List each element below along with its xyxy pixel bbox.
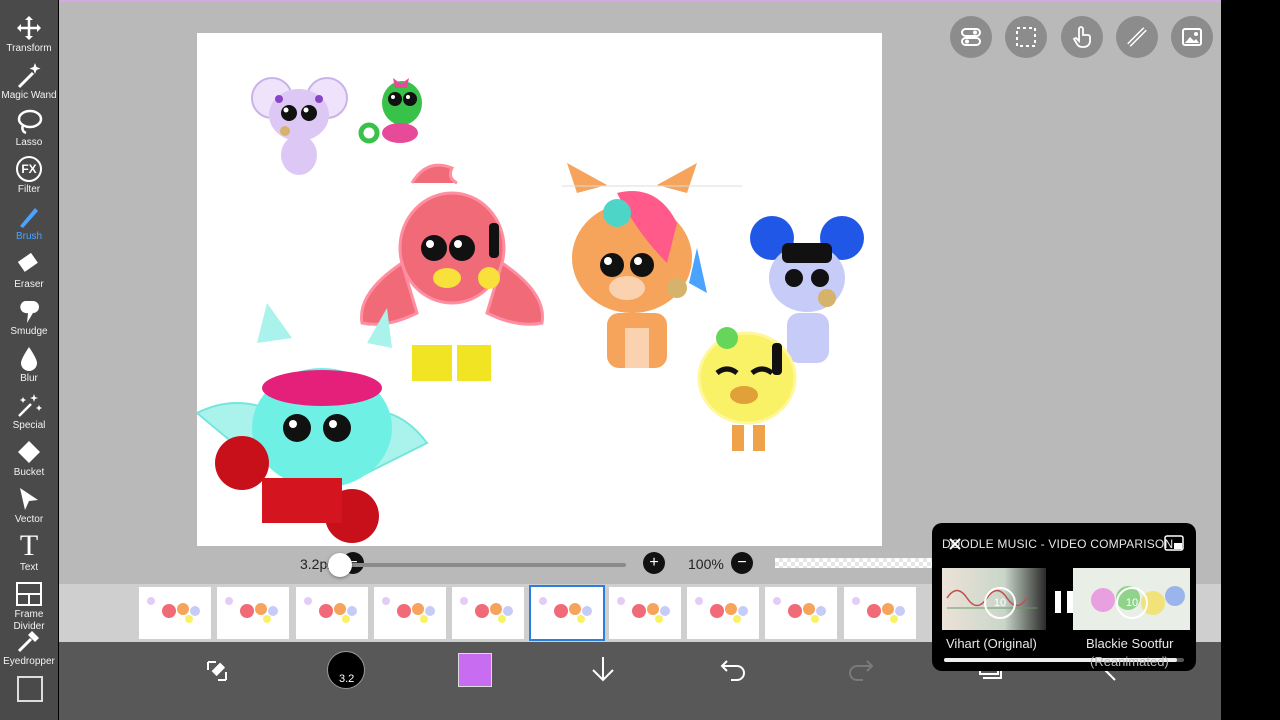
download-arrow-icon[interactable] — [589, 654, 617, 684]
green-chameleon-character — [358, 78, 422, 144]
tool-label: Eraser — [14, 279, 44, 290]
tool-brush[interactable]: Brush — [0, 200, 58, 247]
tool-magic-wand[interactable]: Magic Wand — [0, 59, 58, 106]
top-accent-line — [59, 0, 1221, 2]
tool-lasso[interactable]: Lasso — [0, 106, 58, 153]
tool-label: Lasso — [15, 137, 43, 148]
tool-label: Special — [12, 420, 46, 431]
animation-frame-thumbnail[interactable] — [687, 587, 760, 639]
opacity-decrease-button[interactable]: − — [731, 552, 753, 574]
tool-smudge[interactable]: Smudge — [0, 295, 58, 342]
opacity-value: 100% — [688, 556, 724, 572]
tools-sidebar: Transform Magic Wand Lasso FX Filter Brush Era… — [0, 0, 58, 720]
redo-icon[interactable] — [847, 655, 875, 681]
fx-glyph: FX — [21, 162, 37, 176]
move-arrows-icon — [15, 14, 43, 42]
sparkle-wand-icon — [15, 391, 43, 419]
brush-size-slider-knob[interactable] — [328, 553, 352, 577]
skip-back-button[interactable]: 10 — [984, 587, 1016, 619]
magic-wand-icon — [15, 61, 43, 89]
right-video-subcaption: (Reanimated) — [1090, 654, 1169, 669]
ruler-pen-icon[interactable] — [1116, 16, 1158, 58]
skip-back-label: 10 — [993, 597, 1007, 609]
purple-koala-character — [251, 77, 348, 175]
drawing-canvas[interactable] — [197, 33, 882, 546]
left-video-caption: Vihart (Original) — [946, 636, 1037, 651]
tool-label: Transform — [6, 43, 52, 54]
swap-tools-icon[interactable] — [202, 656, 232, 686]
animation-frame-thumbnail[interactable] — [608, 587, 681, 639]
frame-tool-icon[interactable] — [17, 676, 43, 702]
tool-label: Smudge — [10, 326, 48, 337]
color-swatch-icon[interactable] — [458, 653, 492, 687]
orange-fox-character — [567, 163, 707, 368]
opacity-slider[interactable] — [775, 558, 935, 568]
tool-eyedropper[interactable]: Eyedropper — [0, 625, 58, 672]
right-video-caption: Blackie Sootfur — [1086, 636, 1174, 651]
expand-pip-icon[interactable] — [1164, 535, 1184, 551]
lasso-icon — [15, 108, 43, 136]
pink-bird-character — [360, 163, 544, 381]
close-icon[interactable] — [948, 537, 962, 551]
pause-icon[interactable] — [1053, 589, 1075, 615]
animation-frame-thumbnail[interactable] — [139, 587, 211, 639]
drop-icon — [15, 344, 43, 372]
undo-icon[interactable] — [719, 655, 747, 681]
brush-size-slider[interactable] — [326, 563, 626, 567]
tool-special[interactable]: Special — [0, 389, 58, 436]
animation-frame-thumbnail[interactable] — [217, 587, 290, 639]
canvas-artwork — [197, 77, 864, 543]
skip-forward-label: 10 — [1125, 597, 1139, 609]
hand-pointer-icon[interactable] — [1061, 16, 1103, 58]
cursor-arrow-icon — [15, 485, 43, 513]
text-glyph: T — [19, 529, 39, 562]
tool-text[interactable]: T Text — [0, 529, 58, 578]
cyan-bat-character — [197, 303, 429, 543]
pip-video-player[interactable]: DOODLE MUSIC - VIDEO COMPARISON 10 10 Vi… — [932, 523, 1196, 671]
eraser-icon — [15, 250, 43, 278]
tool-frame-divider[interactable]: Frame Divider — [0, 578, 58, 632]
size-increase-button[interactable]: + — [643, 552, 665, 574]
animation-frame-thumbnail[interactable] — [452, 587, 525, 639]
brush-size-badge: 3.2 — [339, 673, 355, 685]
smudge-icon — [15, 297, 43, 325]
tool-transform[interactable]: Transform — [0, 12, 58, 59]
tool-label: Text — [19, 562, 39, 573]
tool-bucket[interactable]: Bucket — [0, 436, 58, 483]
animation-frame-thumbnail[interactable] — [373, 587, 446, 639]
tool-label: Filter — [17, 184, 41, 195]
text-t-icon: T — [15, 529, 43, 562]
tool-label: Bucket — [13, 467, 45, 478]
yellow-chick-character — [697, 327, 797, 451]
tool-eraser[interactable]: Eraser — [0, 248, 58, 295]
brush-size-icon[interactable]: 3.2 — [327, 651, 365, 689]
tool-label: Vector — [14, 514, 44, 525]
tool-label: Blur — [20, 373, 38, 384]
tool-label: Magic Wand — [1, 90, 57, 101]
tool-label: Eyedropper — [3, 656, 55, 667]
animation-frame-thumbnail[interactable] — [843, 587, 916, 639]
tool-vector[interactable]: Vector — [0, 483, 58, 530]
frame-divider-icon — [15, 580, 43, 608]
animation-frame-thumbnail[interactable] — [528, 585, 605, 641]
toggle-icon[interactable] — [950, 16, 992, 58]
brush-icon — [15, 202, 43, 230]
animation-frame-thumbnail[interactable] — [765, 587, 838, 639]
selection-marquee-icon[interactable] — [1005, 16, 1047, 58]
tool-blur[interactable]: Blur — [0, 342, 58, 389]
pip-title: DOODLE MUSIC - VIDEO COMPARISON — [942, 537, 1174, 551]
eyedropper-icon — [15, 627, 43, 655]
tool-filter[interactable]: FX Filter — [0, 153, 58, 200]
animation-frame-thumbnail[interactable] — [295, 587, 368, 639]
bucket-icon — [15, 438, 43, 466]
fx-icon: FX — [15, 155, 43, 183]
image-layer-icon[interactable] — [1171, 16, 1213, 58]
skip-forward-button[interactable]: 10 — [1116, 587, 1148, 619]
tool-label: Brush — [15, 231, 43, 242]
